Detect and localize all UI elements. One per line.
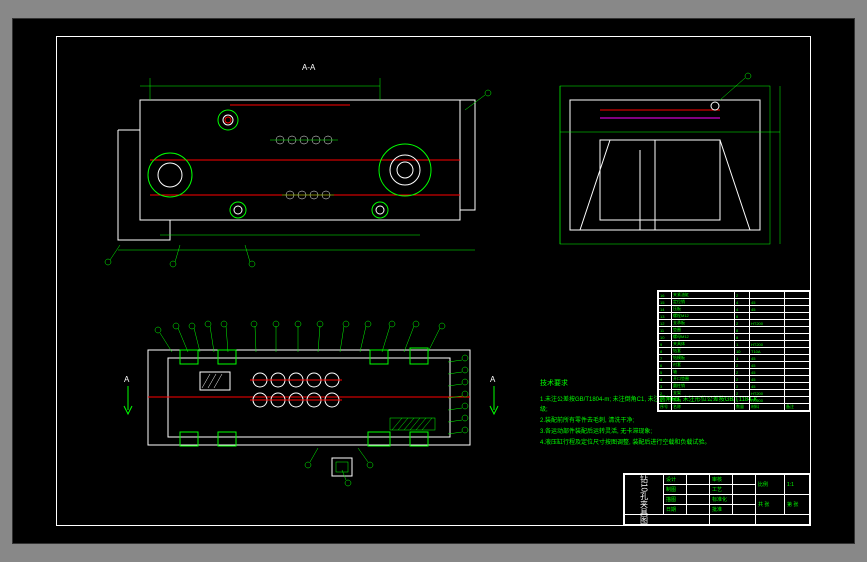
svg-text:A: A [124,375,130,384]
section-label: A-A [302,63,316,72]
title-block: 钻10孔夹具图 设计审核 比例1:1 制图工艺 描图标准化 共 张第 张 日期批… [623,473,811,526]
svg-text:A: A [490,375,496,384]
parts-list: 16夹紧油缸2 15定位销445 14压板445 13螺栓M128 12支承板2… [657,290,811,412]
view-side [560,73,780,244]
view-plan: A A [124,321,498,486]
view-section-aa [105,78,491,267]
